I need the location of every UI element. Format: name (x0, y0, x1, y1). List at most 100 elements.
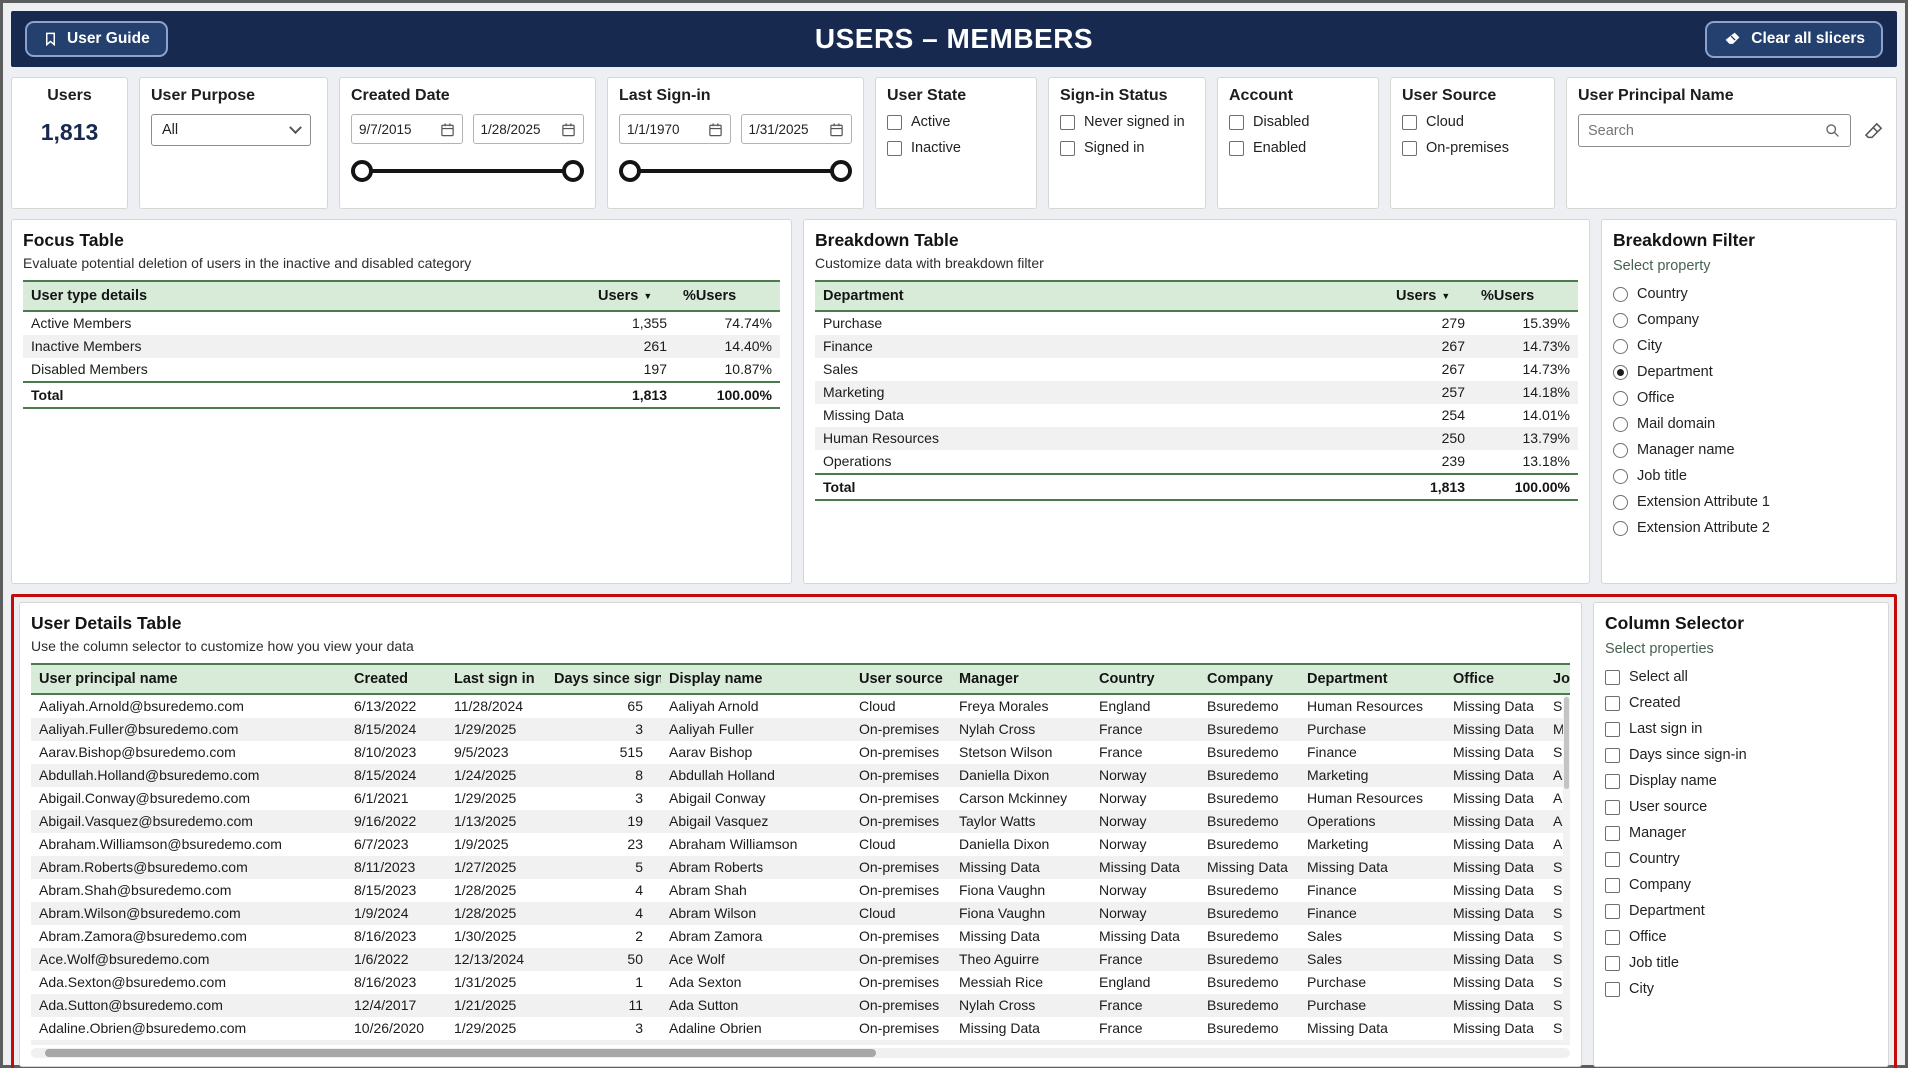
breakdown-filter-option[interactable]: Country (1613, 286, 1885, 302)
table-row[interactable]: Abram.Roberts@bsuredemo.com8/11/20231/27… (31, 856, 1570, 879)
created-start-date-input[interactable]: 9/7/2015 (351, 114, 463, 144)
column-header[interactable]: Days since sign-in (546, 664, 661, 694)
table-row[interactable]: Abram.Zamora@bsuredemo.com8/16/20231/30/… (31, 925, 1570, 948)
signin-end-date-input[interactable]: 1/31/2025 (741, 114, 853, 144)
table-row[interactable]: Active Members1,35574.74% (23, 311, 780, 335)
table-row[interactable]: Ace.Wolf@bsuredemo.com1/6/202212/13/2024… (31, 948, 1570, 971)
created-end-date-input[interactable]: 1/28/2025 (473, 114, 585, 144)
last-sign-in-range-slider[interactable] (619, 157, 852, 185)
column-header[interactable]: Country (1091, 664, 1199, 694)
column-selector-option[interactable]: Days since sign-in (1605, 747, 1877, 763)
checkbox-option[interactable]: Active (887, 114, 1025, 130)
breakdown-filter-option[interactable]: Manager name (1613, 442, 1885, 458)
column-selector-option[interactable]: Country (1605, 851, 1877, 867)
column-selector-option[interactable]: Office (1605, 929, 1877, 945)
calendar-icon (708, 122, 723, 137)
column-selector-option[interactable]: Display name (1605, 773, 1877, 789)
table-row[interactable]: Abram.Wilson@bsuredemo.com1/9/20241/28/2… (31, 902, 1570, 925)
column-header-percent-users[interactable]: %Users (675, 281, 780, 311)
column-header-user-type[interactable]: User type details (23, 281, 590, 311)
table-row[interactable]: Adaline.Obrien@bsuredemo.com10/26/20201/… (31, 1017, 1570, 1040)
created-date-slicer: Created Date 9/7/2015 1/28/2025 (339, 77, 596, 209)
slider-handle-end[interactable] (830, 160, 852, 182)
created-date-range-slider[interactable] (351, 157, 584, 185)
column-header[interactable]: User source (851, 664, 951, 694)
vertical-scrollbar-thumb[interactable] (1564, 697, 1569, 789)
table-row[interactable]: Aaliyah.Fuller@bsuredemo.com8/15/20241/2… (31, 718, 1570, 741)
breakdown-filter-option[interactable]: Mail domain (1613, 416, 1885, 432)
breakdown-filter-option[interactable]: City (1613, 338, 1885, 354)
breakdown-filter-option[interactable]: Extension Attribute 1 (1613, 494, 1885, 510)
table-row[interactable]: Sales26714.73% (815, 358, 1578, 381)
column-selector-option[interactable]: Company (1605, 877, 1877, 893)
column-header[interactable]: Office (1445, 664, 1545, 694)
radio-icon (1613, 391, 1628, 406)
breakdown-filter-option[interactable]: Job title (1613, 468, 1885, 484)
column-selector-option[interactable]: Job title (1605, 955, 1877, 971)
search-input[interactable] (1588, 123, 1818, 139)
table-row[interactable]: Operations23913.18% (815, 450, 1578, 474)
breakdown-filter-option[interactable]: Company (1613, 312, 1885, 328)
column-header[interactable]: Department (1299, 664, 1445, 694)
column-selector-option[interactable]: Manager (1605, 825, 1877, 841)
column-header-users[interactable]: Users▼ (590, 281, 675, 311)
table-row[interactable]: Marketing25714.18% (815, 381, 1578, 404)
column-header[interactable]: Company (1199, 664, 1299, 694)
table-row[interactable]: Missing Data25414.01% (815, 404, 1578, 427)
table-row[interactable]: Finance26714.73% (815, 335, 1578, 358)
table-row[interactable]: Aaliyah.Arnold@bsuredemo.com6/13/202211/… (31, 694, 1570, 718)
slider-handle-start[interactable] (351, 160, 373, 182)
table-row[interactable]: Human Resources25013.79% (815, 427, 1578, 450)
horizontal-scrollbar-thumb[interactable] (45, 1049, 876, 1057)
breakdown-filter-option[interactable]: Department (1613, 364, 1885, 380)
column-header[interactable]: Display name (661, 664, 851, 694)
radio-icon (1613, 365, 1628, 380)
slider-handle-end[interactable] (562, 160, 584, 182)
slider-handle-start[interactable] (619, 160, 641, 182)
table-row[interactable]: Abigail.Vasquez@bsuredemo.com9/16/20221/… (31, 810, 1570, 833)
column-header-department[interactable]: Department (815, 281, 1388, 311)
table-row[interactable]: Abraham.Williamson@bsuredemo.com6/7/2023… (31, 833, 1570, 856)
column-selector-option[interactable]: Select all (1605, 669, 1877, 685)
checkbox-option[interactable]: Signed in (1060, 140, 1194, 156)
table-row[interactable]: Aarav.Bishop@bsuredemo.com8/10/20239/5/2… (31, 741, 1570, 764)
column-header[interactable]: Created (346, 664, 446, 694)
table-row[interactable]: Adalyn.Giles@bsuredemo.com8/19/20248/20/… (31, 1040, 1570, 1045)
signin-start-date-input[interactable]: 1/1/1970 (619, 114, 731, 144)
clear-all-slicers-button[interactable]: Clear all slicers (1705, 21, 1883, 58)
checkbox-option[interactable]: Disabled (1229, 114, 1367, 130)
column-selector-option[interactable]: City (1605, 981, 1877, 997)
column-header[interactable]: Last sign in (446, 664, 546, 694)
table-row[interactable]: Ada.Sutton@bsuredemo.com12/4/20171/21/20… (31, 994, 1570, 1017)
table-row[interactable]: Ada.Sexton@bsuredemo.com8/16/20231/31/20… (31, 971, 1570, 994)
horizontal-scrollbar[interactable] (31, 1048, 1570, 1058)
checkbox-option[interactable]: On-premises (1402, 140, 1543, 156)
table-row[interactable]: Abdullah.Holland@bsuredemo.com8/15/20241… (31, 764, 1570, 787)
table-row[interactable]: Purchase27915.39% (815, 311, 1578, 335)
clear-filter-eraser-icon[interactable] (1863, 120, 1885, 142)
column-header[interactable]: Manager (951, 664, 1091, 694)
checkbox-option[interactable]: Never signed in (1060, 114, 1194, 130)
table-row[interactable]: Disabled Members19710.87% (23, 358, 780, 382)
table-row[interactable]: Abram.Shah@bsuredemo.com8/15/20231/28/20… (31, 879, 1570, 902)
column-selector-option[interactable]: User source (1605, 799, 1877, 815)
column-selector-option[interactable]: Created (1605, 695, 1877, 711)
breakdown-filter-option[interactable]: Extension Attribute 2 (1613, 520, 1885, 536)
vertical-scrollbar[interactable] (1563, 695, 1570, 1045)
column-header-percent-users[interactable]: %Users (1473, 281, 1578, 311)
table-row[interactable]: Abigail.Conway@bsuredemo.com6/1/20211/29… (31, 787, 1570, 810)
column-header-users[interactable]: Users▼ (1388, 281, 1473, 311)
table-row[interactable]: Inactive Members26114.40% (23, 335, 780, 358)
users-count-value: 1,813 (23, 119, 116, 146)
column-header[interactable]: User principal name (31, 664, 346, 694)
breakdown-filter-option[interactable]: Office (1613, 390, 1885, 406)
checkbox-option[interactable]: Inactive (887, 140, 1025, 156)
user-guide-button[interactable]: User Guide (25, 21, 168, 57)
column-selector-option[interactable]: Department (1605, 903, 1877, 919)
column-header[interactable]: Job title (1545, 664, 1570, 694)
user-purpose-dropdown[interactable]: All (151, 114, 311, 146)
checkbox-option[interactable]: Cloud (1402, 114, 1543, 130)
checkbox-option[interactable]: Enabled (1229, 140, 1367, 156)
search-box[interactable] (1578, 114, 1851, 147)
column-selector-option[interactable]: Last sign in (1605, 721, 1877, 737)
